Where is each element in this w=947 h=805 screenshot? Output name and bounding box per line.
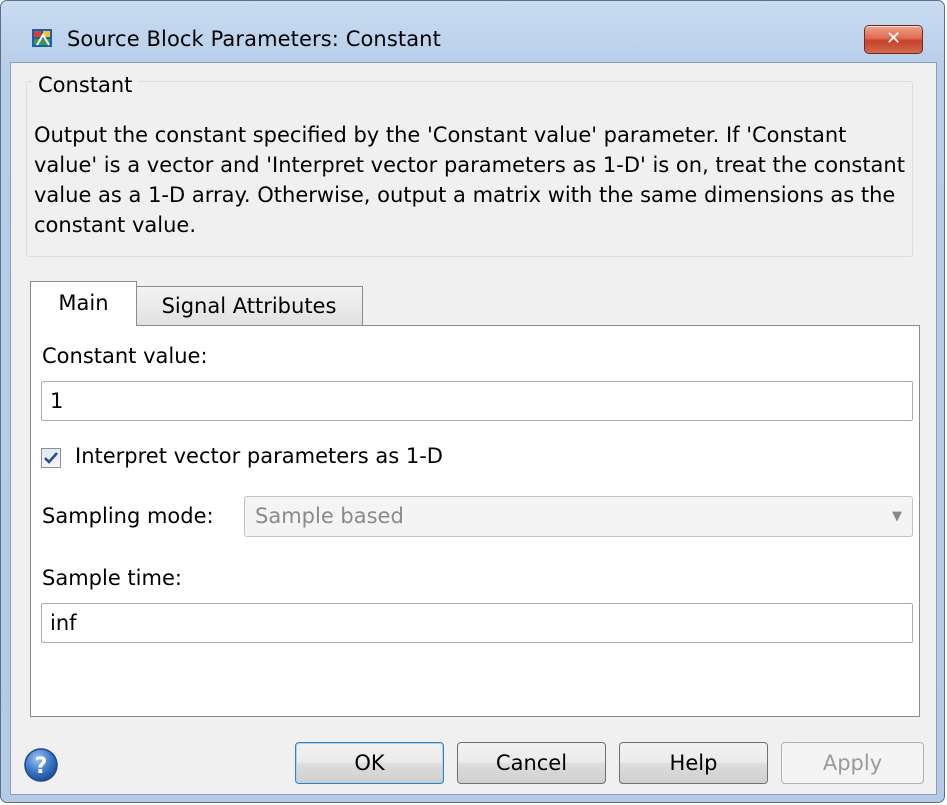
- window-title: Source Block Parameters: Constant: [67, 27, 441, 51]
- cancel-button[interactable]: Cancel: [457, 742, 606, 784]
- interpret-vector-checkbox[interactable]: [41, 448, 61, 468]
- constant-value-input[interactable]: 1: [41, 381, 913, 421]
- close-icon: ✕: [885, 28, 902, 49]
- main-tab-panel: Constant value: 1 Interpret vector param…: [30, 325, 920, 717]
- ok-button[interactable]: OK: [295, 742, 444, 784]
- block-description: Output the constant specified by the 'Co…: [34, 123, 905, 237]
- groupbox-label: Constant: [32, 73, 139, 97]
- apply-button[interactable]: Apply: [781, 742, 924, 784]
- title-bar[interactable]: Source Block Parameters: Constant ✕: [1, 1, 944, 71]
- tab-main[interactable]: Main: [30, 281, 137, 326]
- sample-time-label: Sample time:: [42, 566, 182, 590]
- sampling-mode-select: Sample based ▼: [244, 496, 913, 537]
- constant-value-label: Constant value:: [42, 344, 208, 368]
- svg-text:?: ?: [35, 754, 48, 779]
- sampling-mode-label: Sampling mode:: [42, 504, 214, 528]
- app-icon: [32, 29, 52, 47]
- sampling-mode-value: Sample based: [255, 504, 404, 528]
- tab-signal-attributes[interactable]: Signal Attributes: [135, 286, 363, 326]
- close-button[interactable]: ✕: [864, 25, 923, 54]
- help-question-icon[interactable]: ?: [23, 747, 59, 783]
- help-button[interactable]: Help: [619, 742, 768, 784]
- interpret-vector-label[interactable]: Interpret vector parameters as 1-D: [75, 444, 443, 468]
- dialog-window: Source Block Parameters: Constant ✕ Cons…: [0, 0, 945, 803]
- sample-time-input[interactable]: inf: [41, 603, 913, 643]
- checkmark-icon: [44, 452, 58, 464]
- chevron-down-icon: ▼: [892, 509, 902, 524]
